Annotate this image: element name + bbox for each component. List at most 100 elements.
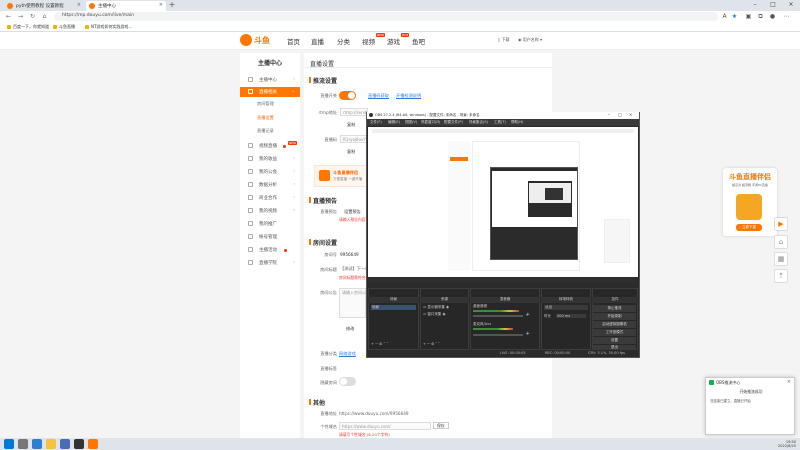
rtmp-address-field[interactable]: rtmp://sendtc3.douyu.com/live <box>340 108 368 116</box>
app-icon[interactable] <box>60 439 70 449</box>
settings-button[interactable]: 设置 <box>593 337 636 344</box>
obs-menu-view[interactable]: 视图(V) <box>405 120 417 125</box>
hide-room-toggle[interactable] <box>339 377 356 386</box>
ad-download-button[interactable]: 立即下载 <box>736 224 762 231</box>
new-tab-button[interactable]: + <box>167 1 177 10</box>
sidebar-item-live[interactable]: 直播相关 ⌄ <box>240 87 300 97</box>
extensions-icon[interactable]: ⧉ <box>756 12 765 21</box>
sidebar-item-guild[interactable]: 我的公会 › <box>240 167 300 177</box>
save-domain-button[interactable]: 保存 <box>433 422 449 429</box>
check-guide-link[interactable]: 开播检测说明 <box>396 93 421 99</box>
obs-close-button[interactable]: × <box>629 112 632 117</box>
category-link[interactable]: 网络游戏 <box>339 351 356 357</box>
obs-source-controls[interactable]: + − ⚙ ˄ ˅ <box>423 342 440 346</box>
obs-taskbar-icon[interactable] <box>74 439 84 449</box>
sidebar-item-promo[interactable]: 我的推广 <box>240 219 300 229</box>
close-tab-icon[interactable]: × <box>159 2 163 8</box>
close-tab-icon[interactable]: × <box>77 2 81 8</box>
stream-code-field[interactable]: ft1ryoj8uv?wsSecret=... <box>340 135 368 143</box>
start-live-icon[interactable]: ▶ <box>774 217 788 231</box>
room-announcement-textarea[interactable]: 请输入房间公告 <box>339 288 370 318</box>
sidebar-item-academy[interactable]: 直播学院 › <box>240 258 300 268</box>
translate-icon[interactable]: A <box>720 12 729 21</box>
copy-rtmp-button[interactable]: 复制 <box>347 122 355 128</box>
close-notification-icon[interactable]: × <box>787 379 791 385</box>
back-arrow-icon[interactable]: ← <box>4 12 13 22</box>
douyu-taskbar-icon[interactable] <box>88 439 98 449</box>
system-clock[interactable]: 19:50 2022/6/25 <box>764 440 796 448</box>
obs-promo-card[interactable]: 斗鱼直播伴侣 方便直播 一键开播 <box>314 165 369 187</box>
start-windows-icon[interactable] <box>4 439 14 449</box>
user-menu[interactable]: ◉ 用户名称 ▾ <box>518 37 542 43</box>
obs-menu-docks[interactable]: 停靠窗口(D) <box>421 120 440 125</box>
edge-icon[interactable] <box>32 439 42 449</box>
nav-video[interactable]: 视频 <box>362 36 375 46</box>
close-window-button[interactable]: × <box>782 0 800 11</box>
obs-scene-controls[interactable]: + − ⚙ ˄ ˅ <box>371 342 388 346</box>
home-icon[interactable]: ⌂ <box>774 235 788 249</box>
obs-menu-scene-collection[interactable]: 场景集合(S) <box>469 120 488 125</box>
modify-button[interactable]: 修改 <box>346 326 354 332</box>
minimize-window-button[interactable]: – <box>746 0 764 11</box>
obs-menu-edit[interactable]: 编辑(E) <box>388 120 400 125</box>
forward-arrow-icon[interactable]: → <box>16 12 25 22</box>
nav-category[interactable]: 分类 <box>337 36 350 46</box>
browser-tab[interactable]: pyth使用教程 设置教程 × <box>4 1 84 11</box>
profile-icon[interactable]: ● <box>768 12 777 21</box>
visibility-eye-icon[interactable]: ◉ <box>445 305 449 309</box>
virtual-camera-button[interactable]: 启动虚拟摄像机 <box>593 321 636 328</box>
url-input[interactable]: https://mp.douyu.com/live/main <box>54 12 718 21</box>
obs-source-item[interactable]: ▭ 显示器采集 ◉ <box>423 305 449 310</box>
transition-select[interactable]: 淡出 <box>544 305 588 310</box>
notification-toast[interactable]: OBS推流中心 × 开始推流成功 流连接已建立，直播已开始 <box>705 377 795 435</box>
volume-slider[interactable] <box>473 334 523 336</box>
visibility-eye-icon[interactable]: ◉ <box>441 312 446 316</box>
obs-minimize-button[interactable]: – <box>608 112 610 117</box>
sidebar-sub-live-settings[interactable]: 直播设置 <box>240 114 300 123</box>
live-switch-toggle[interactable] <box>339 91 356 100</box>
sidebar-sub-room[interactable]: 房间管理 <box>240 100 300 109</box>
maximize-window-button[interactable]: □ <box>764 0 782 11</box>
custom-domain-input[interactable]: https://www.douyu.com/ <box>339 422 431 430</box>
sidebar-item-anchor-center[interactable]: 主播中心 › <box>240 75 300 85</box>
collections-icon[interactable]: ▣ <box>744 12 753 21</box>
browser-tab-active[interactable]: 主播中心 × <box>86 1 166 11</box>
nav-live[interactable]: 直播 <box>311 36 324 46</box>
nav-home[interactable]: 首页 <box>287 36 300 46</box>
obs-scene-item[interactable]: 场景 <box>371 305 416 310</box>
sidebar-item-data[interactable]: 数据分析 › <box>240 180 300 190</box>
sidebar-item-my-video[interactable]: 我的视频 › <box>240 206 300 216</box>
obs-source-item[interactable]: ▭ 窗口采集 ◉ <box>423 312 446 317</box>
file-explorer-icon[interactable] <box>46 439 56 449</box>
stream-code-link[interactable]: 直播码获取 <box>368 93 389 99</box>
obs-maximize-button[interactable]: □ <box>618 112 622 117</box>
douyu-logo[interactable]: 斗鱼 <box>240 34 276 46</box>
start-recording-button[interactable]: 开始录制 <box>593 313 636 320</box>
nav-fishbar[interactable]: 鱼吧 <box>412 36 425 46</box>
bookmark-item[interactable]: NT游戏如何实践游戏... <box>84 24 132 30</box>
obs-menu-profile[interactable]: 配置文件(P) <box>444 120 463 125</box>
reload-icon[interactable]: ↻ <box>28 12 37 22</box>
obs-menu-help[interactable]: 帮助(H) <box>511 120 523 125</box>
search-icon[interactable] <box>18 439 28 449</box>
speaker-icon[interactable]: 🔈 <box>526 312 530 316</box>
nav-game[interactable]: 游戏 <box>387 36 400 46</box>
star-icon[interactable]: ★ <box>730 12 739 21</box>
sidebar-item-business[interactable]: 商业合作 › <box>240 193 300 203</box>
obs-menu-tools[interactable]: 工具(T) <box>494 120 506 125</box>
download-link[interactable]: ▯ 下载 <box>498 37 509 43</box>
sidebar-item-account[interactable]: 帐号管理 <box>240 232 300 242</box>
sidebar-sub-live-record[interactable]: 直播记录 <box>240 127 300 136</box>
copy-stream-button[interactable]: 复制 <box>347 149 355 155</box>
sidebar-item-earnings[interactable]: 我的收益 › <box>240 154 300 164</box>
duration-input[interactable]: 300 ms <box>556 314 586 318</box>
bookmark-item[interactable]: 斗鱼直播 <box>52 24 75 30</box>
more-menu-icon[interactable]: ⋯ <box>782 12 791 21</box>
home-icon[interactable]: ⌂ <box>40 12 49 22</box>
qrcode-icon[interactable]: ▦ <box>774 252 788 266</box>
obs-menu-file[interactable]: 文件(F) <box>370 120 382 125</box>
volume-slider[interactable] <box>473 315 523 317</box>
back-to-top-icon[interactable]: ⇡ <box>774 269 788 283</box>
bookmark-item[interactable]: 百度一下，你就知道 <box>6 24 49 30</box>
obs-preview-canvas[interactable] <box>368 127 638 277</box>
